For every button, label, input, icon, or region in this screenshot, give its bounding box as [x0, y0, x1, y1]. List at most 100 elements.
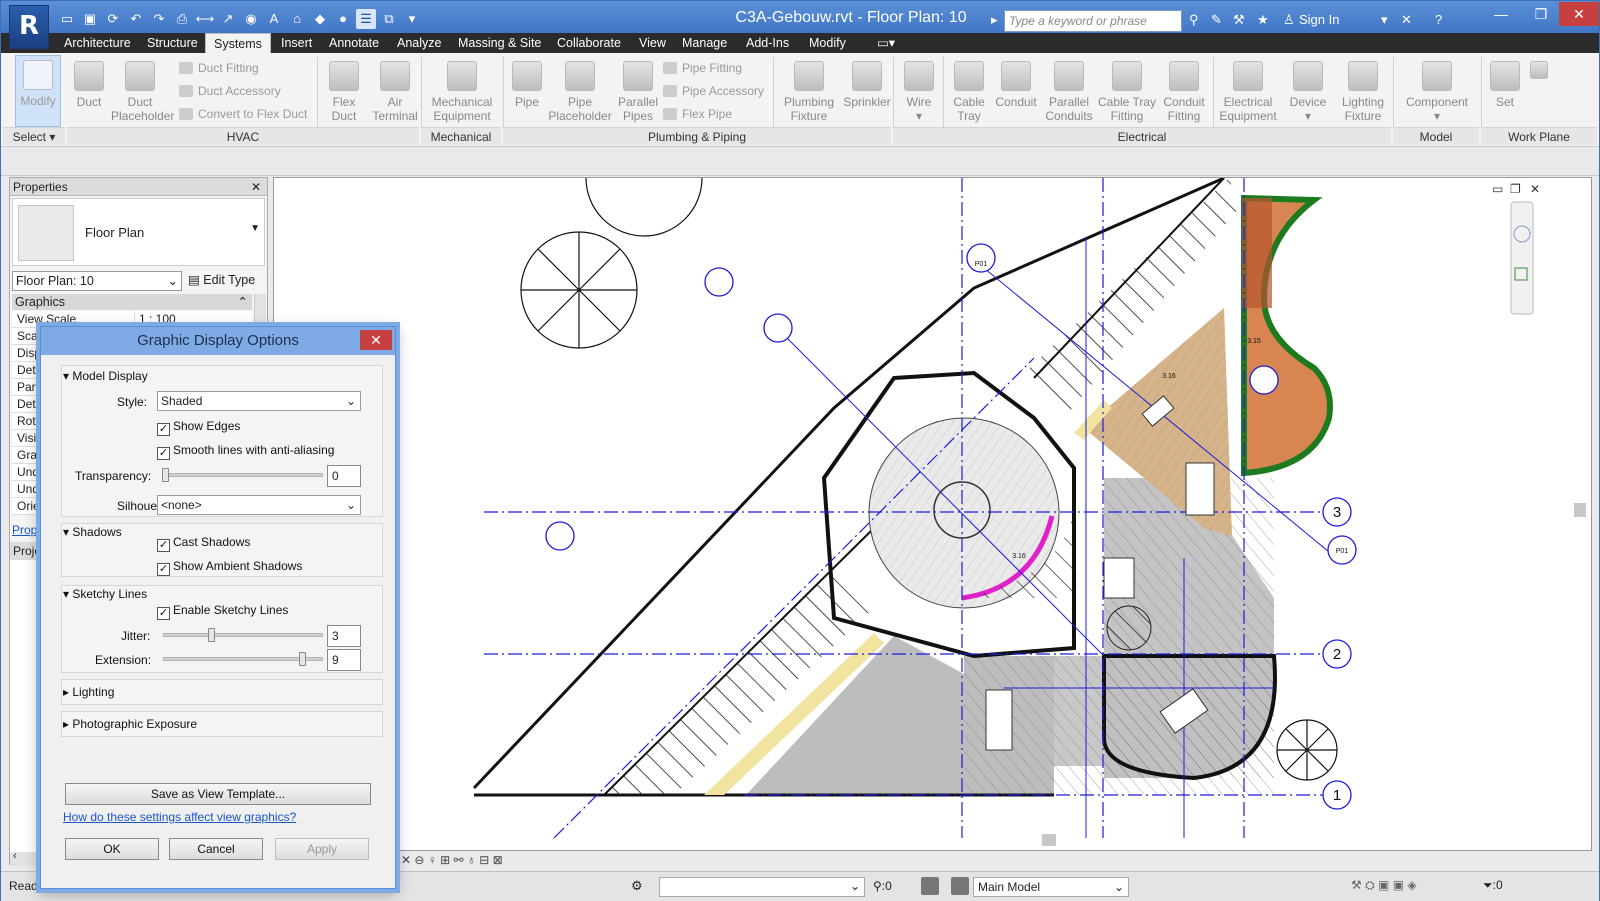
print-icon[interactable]: ⎙: [172, 9, 192, 29]
binoculars-icon[interactable]: ⚲: [1189, 9, 1199, 31]
modify-button[interactable]: Modify: [15, 55, 61, 127]
dialog-close-button[interactable]: ✕: [360, 330, 392, 350]
design-options-icon[interactable]: [951, 877, 969, 895]
flex-duct-button[interactable]: Flex Duct: [321, 55, 367, 123]
switch-windows-icon[interactable]: ⧉: [379, 9, 399, 29]
tab-massing-site[interactable]: Massing & Site: [450, 33, 549, 53]
vertical-scrollbar-thumb[interactable]: [1574, 503, 1586, 517]
plumbing-fixture-button[interactable]: Plumbing Fixture: [777, 55, 841, 123]
slider-thumb[interactable]: [208, 628, 215, 642]
cast-shadows-checkbox[interactable]: ✓ Cast Shadows: [157, 535, 250, 552]
elevation-marker[interactable]: [1249, 365, 1279, 395]
view-minimize-icon[interactable]: ▭: [1492, 182, 1503, 196]
worksharing-icon[interactable]: ⚙: [631, 878, 643, 894]
jitter-slider[interactable]: [163, 628, 323, 642]
elevation-marker[interactable]: [545, 521, 575, 551]
dimension-icon[interactable]: ↗: [218, 9, 238, 29]
ambient-shadows-checkbox[interactable]: ✓ Show Ambient Shadows: [157, 559, 302, 576]
jitter-input[interactable]: 3: [327, 625, 361, 647]
maximize-button[interactable]: ❐: [1521, 2, 1561, 26]
redo-icon[interactable]: ↷: [149, 9, 169, 29]
pipe-button[interactable]: Pipe: [507, 55, 547, 109]
ribbon-toggle-icon[interactable]: ▭▾: [869, 33, 903, 53]
show-work-plane-button[interactable]: [1527, 55, 1551, 83]
communication-icon[interactable]: ⚒: [1233, 9, 1245, 31]
pipe-accessory-button[interactable]: Pipe Accessory: [663, 84, 764, 98]
horizontal-scrollbar-thumb[interactable]: [1042, 834, 1056, 846]
set-work-plane-button[interactable]: Set: [1485, 55, 1525, 109]
tab-architecture[interactable]: Architecture: [56, 33, 139, 53]
type-selector[interactable]: Floor Plan ▼: [12, 198, 265, 266]
duct-placeholder-button[interactable]: Duct Placeholder: [111, 55, 174, 123]
transparency-slider[interactable]: [162, 468, 323, 482]
edit-type-button[interactable]: ▤ Edit Type: [188, 271, 255, 289]
duct-accessory-button[interactable]: Duct Accessory: [179, 84, 281, 98]
pipe-fitting-button[interactable]: Pipe Fitting: [663, 61, 742, 75]
transparency-input[interactable]: 0: [327, 465, 361, 487]
enable-sketchy-checkbox[interactable]: ✓ Enable Sketchy Lines: [157, 603, 288, 620]
sign-in-link[interactable]: Sign In: [1299, 9, 1339, 31]
application-menu-button[interactable]: R: [9, 5, 49, 49]
conduit-fitting-button[interactable]: Conduit Fitting: [1157, 55, 1211, 123]
user-icon[interactable]: ♙: [1283, 9, 1295, 31]
drawing-area[interactable]: 3 2 1 P01 P01 3.16 3.16 3.15 ▭ ❐ ✕: [273, 177, 1592, 851]
component-button[interactable]: Component ▾: [1397, 55, 1477, 123]
close-hidden-icon[interactable]: ☰: [356, 9, 376, 29]
cable-tray-button[interactable]: Cable Tray: [947, 55, 991, 123]
section-icon[interactable]: ◆: [310, 9, 330, 29]
elevation-marker[interactable]: [763, 313, 793, 343]
photographic-exposure-header[interactable]: ▸ Photographic Exposure: [63, 717, 197, 731]
filter-icon[interactable]: ⏷:0: [1483, 878, 1503, 893]
tab-annotate[interactable]: Annotate: [321, 33, 387, 53]
tab-manage[interactable]: Manage: [674, 33, 735, 53]
slider-thumb[interactable]: [299, 652, 306, 666]
close-button[interactable]: ✕: [1559, 2, 1599, 26]
sketchy-lines-header[interactable]: ▾ Sketchy Lines: [63, 587, 147, 601]
tab-view[interactable]: View: [631, 33, 674, 53]
apply-button[interactable]: Apply: [275, 838, 369, 860]
tab-analyze[interactable]: Analyze: [389, 33, 449, 53]
tab-add-ins[interactable]: Add-Ins: [738, 33, 797, 53]
instance-selector[interactable]: Floor Plan: 10 ⌄: [12, 271, 182, 291]
link-icons[interactable]: ⚒ ⛭ ▣ ▣ ◈: [1351, 878, 1417, 893]
text-icon[interactable]: A: [264, 9, 284, 29]
extension-slider[interactable]: [163, 652, 323, 666]
subscription-icon[interactable]: ✎: [1211, 9, 1222, 31]
wire-button[interactable]: Wire ▾: [897, 55, 941, 123]
device-button[interactable]: Device ▾: [1283, 55, 1333, 123]
slider-thumb[interactable]: [162, 468, 169, 482]
lighting-header[interactable]: ▸ Lighting: [63, 685, 114, 699]
tab-modify[interactable]: Modify: [801, 33, 854, 53]
convert-flex-button[interactable]: Convert to Flex Duct: [179, 107, 307, 121]
parallel-pipes-button[interactable]: Parallel Pipes: [613, 55, 663, 123]
smooth-lines-checkbox[interactable]: ✓ Smooth lines with anti-aliasing: [157, 443, 334, 460]
minimize-button[interactable]: —: [1481, 2, 1521, 26]
tab-insert[interactable]: Insert: [273, 33, 320, 53]
close-icon[interactable]: ✕: [251, 178, 261, 196]
air-terminal-button[interactable]: Air Terminal: [369, 55, 421, 123]
cancel-button[interactable]: Cancel: [169, 838, 263, 860]
search-arrow-icon[interactable]: ▸: [991, 9, 998, 31]
style-select[interactable]: Shaded ⌄: [157, 391, 361, 411]
parallel-conduits-button[interactable]: Parallel Conduits: [1041, 55, 1097, 123]
search-input[interactable]: Type a keyword or phrase: [1004, 10, 1182, 32]
navigation-bar[interactable]: [1510, 201, 1534, 315]
sprinkler-button[interactable]: Sprinkler: [839, 55, 895, 109]
lighting-fixture-button[interactable]: Lighting Fixture: [1335, 55, 1391, 123]
favorites-icon[interactable]: ★: [1257, 9, 1269, 31]
3d-view-icon[interactable]: ⌂: [287, 9, 307, 29]
extension-input[interactable]: 9: [327, 649, 361, 671]
dropdown-icon[interactable]: ▾: [1381, 9, 1388, 31]
help-link[interactable]: How do these settings affect view graphi…: [63, 810, 296, 824]
select-panel-label[interactable]: Select ▾: [3, 127, 65, 145]
sync-icon[interactable]: ⟳: [103, 9, 123, 29]
save-view-template-button[interactable]: Save as View Template...: [65, 783, 371, 805]
silhouettes-select[interactable]: <none> ⌄: [157, 495, 361, 515]
tab-structure[interactable]: Structure: [139, 33, 206, 53]
duct-fitting-button[interactable]: Duct Fitting: [179, 61, 259, 75]
undo-icon[interactable]: ↶: [126, 9, 146, 29]
show-edges-checkbox[interactable]: ✓ Show Edges: [157, 419, 240, 436]
measure-icon[interactable]: ⟷: [195, 9, 215, 29]
duct-button[interactable]: Duct: [65, 55, 113, 109]
shadows-header[interactable]: ▾ Shadows: [63, 525, 122, 539]
